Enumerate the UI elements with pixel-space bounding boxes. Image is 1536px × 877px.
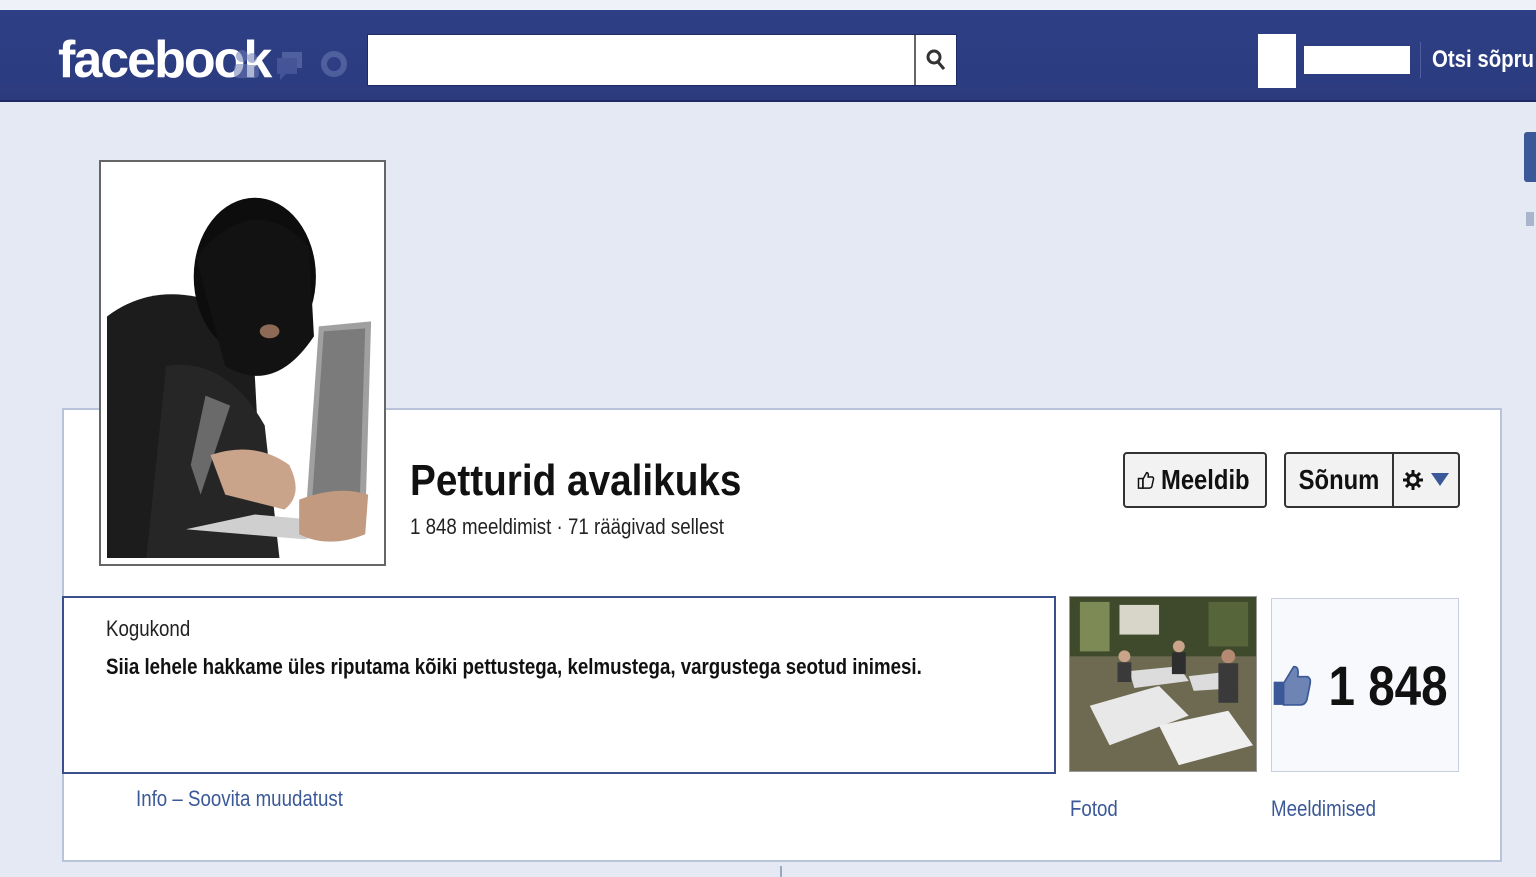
top-strip [0, 0, 1536, 10]
notifications-icon[interactable] [318, 46, 350, 82]
info-links: Info – Soovita muudatust [136, 786, 343, 812]
likes-count: 1 848 [1328, 653, 1448, 717]
search-button[interactable] [914, 35, 956, 85]
sidebar-scroll-marker [1526, 212, 1534, 226]
thumbs-up-icon [1137, 471, 1155, 489]
likes-tile[interactable]: 1 848 [1271, 598, 1459, 772]
page-description: Siia lehele hakkame üles riputama kõiki … [106, 654, 922, 679]
suggest-edit-link[interactable]: Soovita muudatust [188, 786, 343, 811]
like-button-label: Meeldib [1160, 464, 1250, 495]
search-box [367, 34, 957, 86]
message-button[interactable]: Sõnum [1294, 464, 1384, 496]
top-navigation-bar: facebook Otsi sõpru [0, 10, 1536, 102]
info-link[interactable]: Info [136, 786, 167, 811]
page-title: Petturid avalikuks [410, 456, 742, 505]
profile-name-link[interactable] [1304, 46, 1410, 74]
about-box [62, 596, 1056, 774]
column-divider [780, 866, 782, 877]
likes-label[interactable]: Meeldimised [1271, 796, 1376, 822]
photos-thumbnail[interactable] [1069, 596, 1257, 772]
profile-picture-image [107, 168, 378, 558]
search-icon [926, 49, 946, 70]
messages-icon[interactable] [274, 46, 306, 82]
nav-divider [1420, 42, 1421, 78]
friend-requests-icon[interactable] [230, 46, 262, 82]
profile-thumbnail[interactable] [1258, 34, 1296, 88]
chevron-down-icon [1431, 473, 1449, 486]
page-category: Kogukond [106, 616, 191, 641]
notification-jewels [230, 46, 350, 82]
thumbs-up-icon [1273, 665, 1312, 706]
link-separator: – [172, 786, 183, 811]
photos-label[interactable]: Fotod [1070, 796, 1118, 822]
settings-dropdown[interactable] [1394, 470, 1458, 490]
gear-icon [1403, 470, 1423, 490]
find-friends-link[interactable]: Otsi sõpru [1432, 46, 1534, 74]
like-button[interactable]: Meeldib [1123, 452, 1267, 508]
classroom-photo [1070, 597, 1256, 771]
message-button-group: Sõnum [1284, 452, 1460, 508]
page-stats: 1 848 meeldimist · 71 räägivad sellest [410, 514, 724, 539]
profile-picture[interactable] [99, 160, 386, 566]
search-input[interactable] [368, 35, 928, 83]
sidebar-handle[interactable] [1524, 132, 1536, 182]
